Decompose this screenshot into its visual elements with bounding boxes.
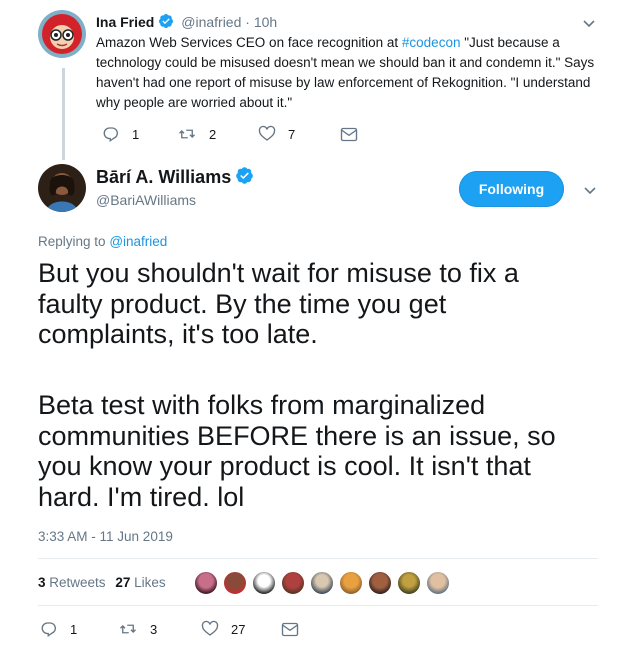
parent-text-before: Amazon Web Services CEO on face recognit…: [96, 35, 402, 50]
retweet-icon: [120, 624, 136, 634]
parent-tweet-text: Amazon Web Services CEO on face recognit…: [96, 33, 601, 113]
liker-avatar[interactable]: [339, 571, 363, 595]
chevron-down-icon: [584, 187, 596, 195]
reply-icon: [103, 127, 118, 143]
main-tweet-paragraph-1: But you shouldn't wait for misuse to fix…: [38, 258, 519, 349]
message-icon: [340, 127, 358, 142]
liker-avatar[interactable]: [368, 571, 392, 595]
liker-avatar[interactable]: [281, 571, 305, 595]
chevron-down-icon: [583, 20, 595, 28]
reply-icon: [41, 622, 56, 638]
main-message-button[interactable]: [281, 622, 299, 637]
parent-menu-chevron[interactable]: [582, 16, 596, 30]
liker-avatar[interactable]: [310, 571, 334, 595]
tweet-stats: 3 Retweets 27 Likes: [38, 575, 166, 590]
parent-like-count: 7: [288, 126, 296, 142]
likes-stat-count: 27: [115, 575, 131, 590]
parent-tweet-header: Ina Fried @inafried · 10h: [96, 13, 277, 32]
likes-stat-label: Likes: [134, 575, 166, 590]
retweets-stat-label: Retweets: [49, 575, 106, 590]
main-reply-button[interactable]: 1: [40, 620, 77, 638]
liker-avatar[interactable]: [252, 571, 276, 595]
main-author-line: Bārí A. Williams: [96, 166, 254, 190]
parent-time-separator: ·: [245, 14, 250, 30]
replying-to-line: Replying to @inafried: [38, 234, 167, 249]
liker-avatar[interactable]: [194, 571, 218, 595]
main-menu-chevron[interactable]: [583, 183, 597, 197]
hashtag-link[interactable]: #codecon: [402, 35, 461, 50]
replying-to-handle[interactable]: @inafried: [109, 234, 167, 249]
thread-line: [62, 68, 65, 160]
main-author-handle[interactable]: @BariAWilliams: [96, 192, 196, 208]
retweets-stat[interactable]: 3 Retweets: [38, 575, 106, 590]
main-like-count: 27: [231, 621, 246, 637]
heart-icon: [201, 620, 219, 636]
liker-avatar[interactable]: [397, 571, 421, 595]
verified-badge-icon: [158, 13, 174, 32]
tweet-timestamp[interactable]: 3:33 AM - 11 Jun 2019: [38, 529, 173, 544]
parent-retweet-count: 2: [209, 126, 217, 142]
main-tweet-paragraph-2: Beta test with folks from marginalized c…: [38, 390, 556, 512]
main-retweet-button[interactable]: 3: [118, 620, 157, 638]
parent-tweet-time[interactable]: 10h: [254, 14, 277, 30]
retweets-stat-count: 3: [38, 575, 46, 590]
main-retweet-count: 3: [150, 621, 158, 637]
bari-williams-avatar[interactable]: [38, 164, 86, 212]
parent-like-button[interactable]: 7: [258, 125, 295, 143]
divider-bottom: [38, 605, 598, 606]
parent-message-button[interactable]: [340, 127, 358, 142]
likes-stat[interactable]: 27 Likes: [115, 575, 165, 590]
parent-reply-button[interactable]: 1: [102, 125, 139, 143]
ina-fried-avatar[interactable]: [38, 10, 86, 58]
parent-author-name[interactable]: Ina Fried: [96, 14, 154, 30]
heart-icon: [258, 125, 276, 141]
retweet-icon: [179, 129, 195, 139]
replying-to-label: Replying to: [38, 234, 106, 249]
liker-avatar[interactable]: [426, 571, 450, 595]
verified-badge-icon: [235, 166, 254, 190]
liker-avatar[interactable]: [223, 571, 247, 595]
parent-author-handle[interactable]: @inafried: [181, 14, 241, 30]
divider-top: [38, 558, 598, 559]
parent-reply-count: 1: [132, 126, 140, 142]
parent-retweet-button[interactable]: 2: [177, 125, 216, 143]
main-like-button[interactable]: 27: [201, 620, 245, 638]
main-author-name[interactable]: Bārí A. Williams: [96, 167, 231, 187]
main-reply-count: 1: [70, 621, 78, 637]
message-icon: [281, 622, 299, 637]
following-button[interactable]: Following: [459, 171, 564, 207]
